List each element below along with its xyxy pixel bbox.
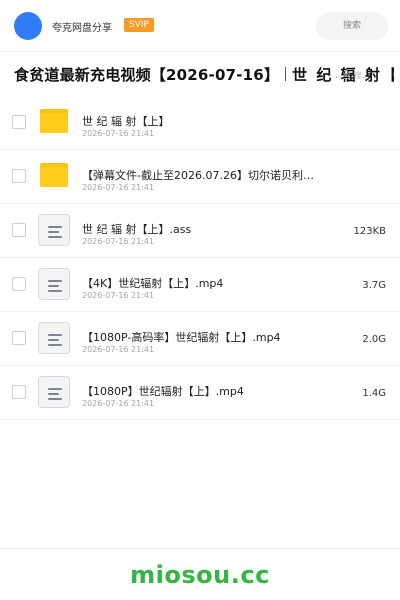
file-size: 123KB <box>353 226 386 237</box>
file-name[interactable]: 【1080P-高码率】世纪辐射【上】.mp4 <box>82 329 322 345</box>
file-name[interactable]: 世 纪 辐 射【上】.ass <box>82 221 322 237</box>
file-name[interactable]: 【1080P】世纪辐射【上】.mp4 <box>82 383 322 399</box>
folder-icon <box>38 106 70 138</box>
share-title: 食贫道最新充电视频【2026-07-16】 <box>14 66 280 84</box>
site-watermark: miosou.cc <box>130 561 270 589</box>
select-checkbox[interactable] <box>12 385 26 399</box>
file-date: 2026-07-16 21:41 <box>82 129 155 138</box>
file-date: 2026-07-16 21:41 <box>82 183 155 192</box>
file-name[interactable]: 【4K】世纪辐射【上】.mp4 <box>82 275 322 291</box>
select-checkbox[interactable] <box>12 223 26 237</box>
list-item[interactable]: 世 纪 辐 射【上】 2026-07-16 21:41 <box>0 96 400 150</box>
file-size: 3.7G <box>362 280 386 291</box>
search-button[interactable]: 搜索 <box>316 12 388 40</box>
file-date: 2026-07-16 21:41 <box>82 399 155 408</box>
list-item[interactable]: 世 纪 辐 射【上】.ass 2026-07-16 21:41 123KB <box>0 204 400 258</box>
folder-icon <box>38 160 70 192</box>
document-icon <box>38 214 70 246</box>
file-size: 2.0G <box>362 334 386 345</box>
select-checkbox[interactable] <box>12 169 26 183</box>
top-bar: 夸克网盘分享 SVIP 搜索 <box>0 0 400 52</box>
title-separator <box>285 67 287 81</box>
document-icon <box>38 268 70 300</box>
list-item[interactable]: 【弹幕文件-截止至2026.07.26】切尔诺贝利… 2026-07-16 21… <box>0 150 400 204</box>
select-checkbox[interactable] <box>12 277 26 291</box>
svip-badge: SVIP <box>124 18 154 32</box>
document-icon <box>38 376 70 408</box>
select-checkbox[interactable] <box>12 115 26 129</box>
list-item[interactable]: 【4K】世纪辐射【上】.mp4 2026-07-16 21:41 3.7G <box>0 258 400 312</box>
avatar[interactable] <box>14 12 42 40</box>
select-checkbox[interactable] <box>12 331 26 345</box>
file-date: 2026-07-16 21:41 <box>82 291 155 300</box>
file-size: 1.4G <box>362 388 386 399</box>
list-item[interactable]: 【1080P-高码率】世纪辐射【上】.mp4 2026-07-16 21:41 … <box>0 312 400 366</box>
title-overlay-text: …丝 搜… <box>335 71 370 80</box>
list-item[interactable]: 【1080P】世纪辐射【上】.mp4 2026-07-16 21:41 1.4G <box>0 366 400 420</box>
file-list: 世 纪 辐 射【上】 2026-07-16 21:41 【弹幕文件-截止至202… <box>0 96 400 420</box>
footer: miosou.cc <box>0 548 400 600</box>
share-owner-label: 夸克网盘分享 <box>52 23 112 34</box>
document-icon <box>38 322 70 354</box>
file-name[interactable]: 【弹幕文件-截止至2026.07.26】切尔诺贝利… <box>82 167 322 183</box>
file-date: 2026-07-16 21:41 <box>82 237 155 246</box>
file-name[interactable]: 世 纪 辐 射【上】 <box>82 113 322 129</box>
file-date: 2026-07-16 21:41 <box>82 345 155 354</box>
